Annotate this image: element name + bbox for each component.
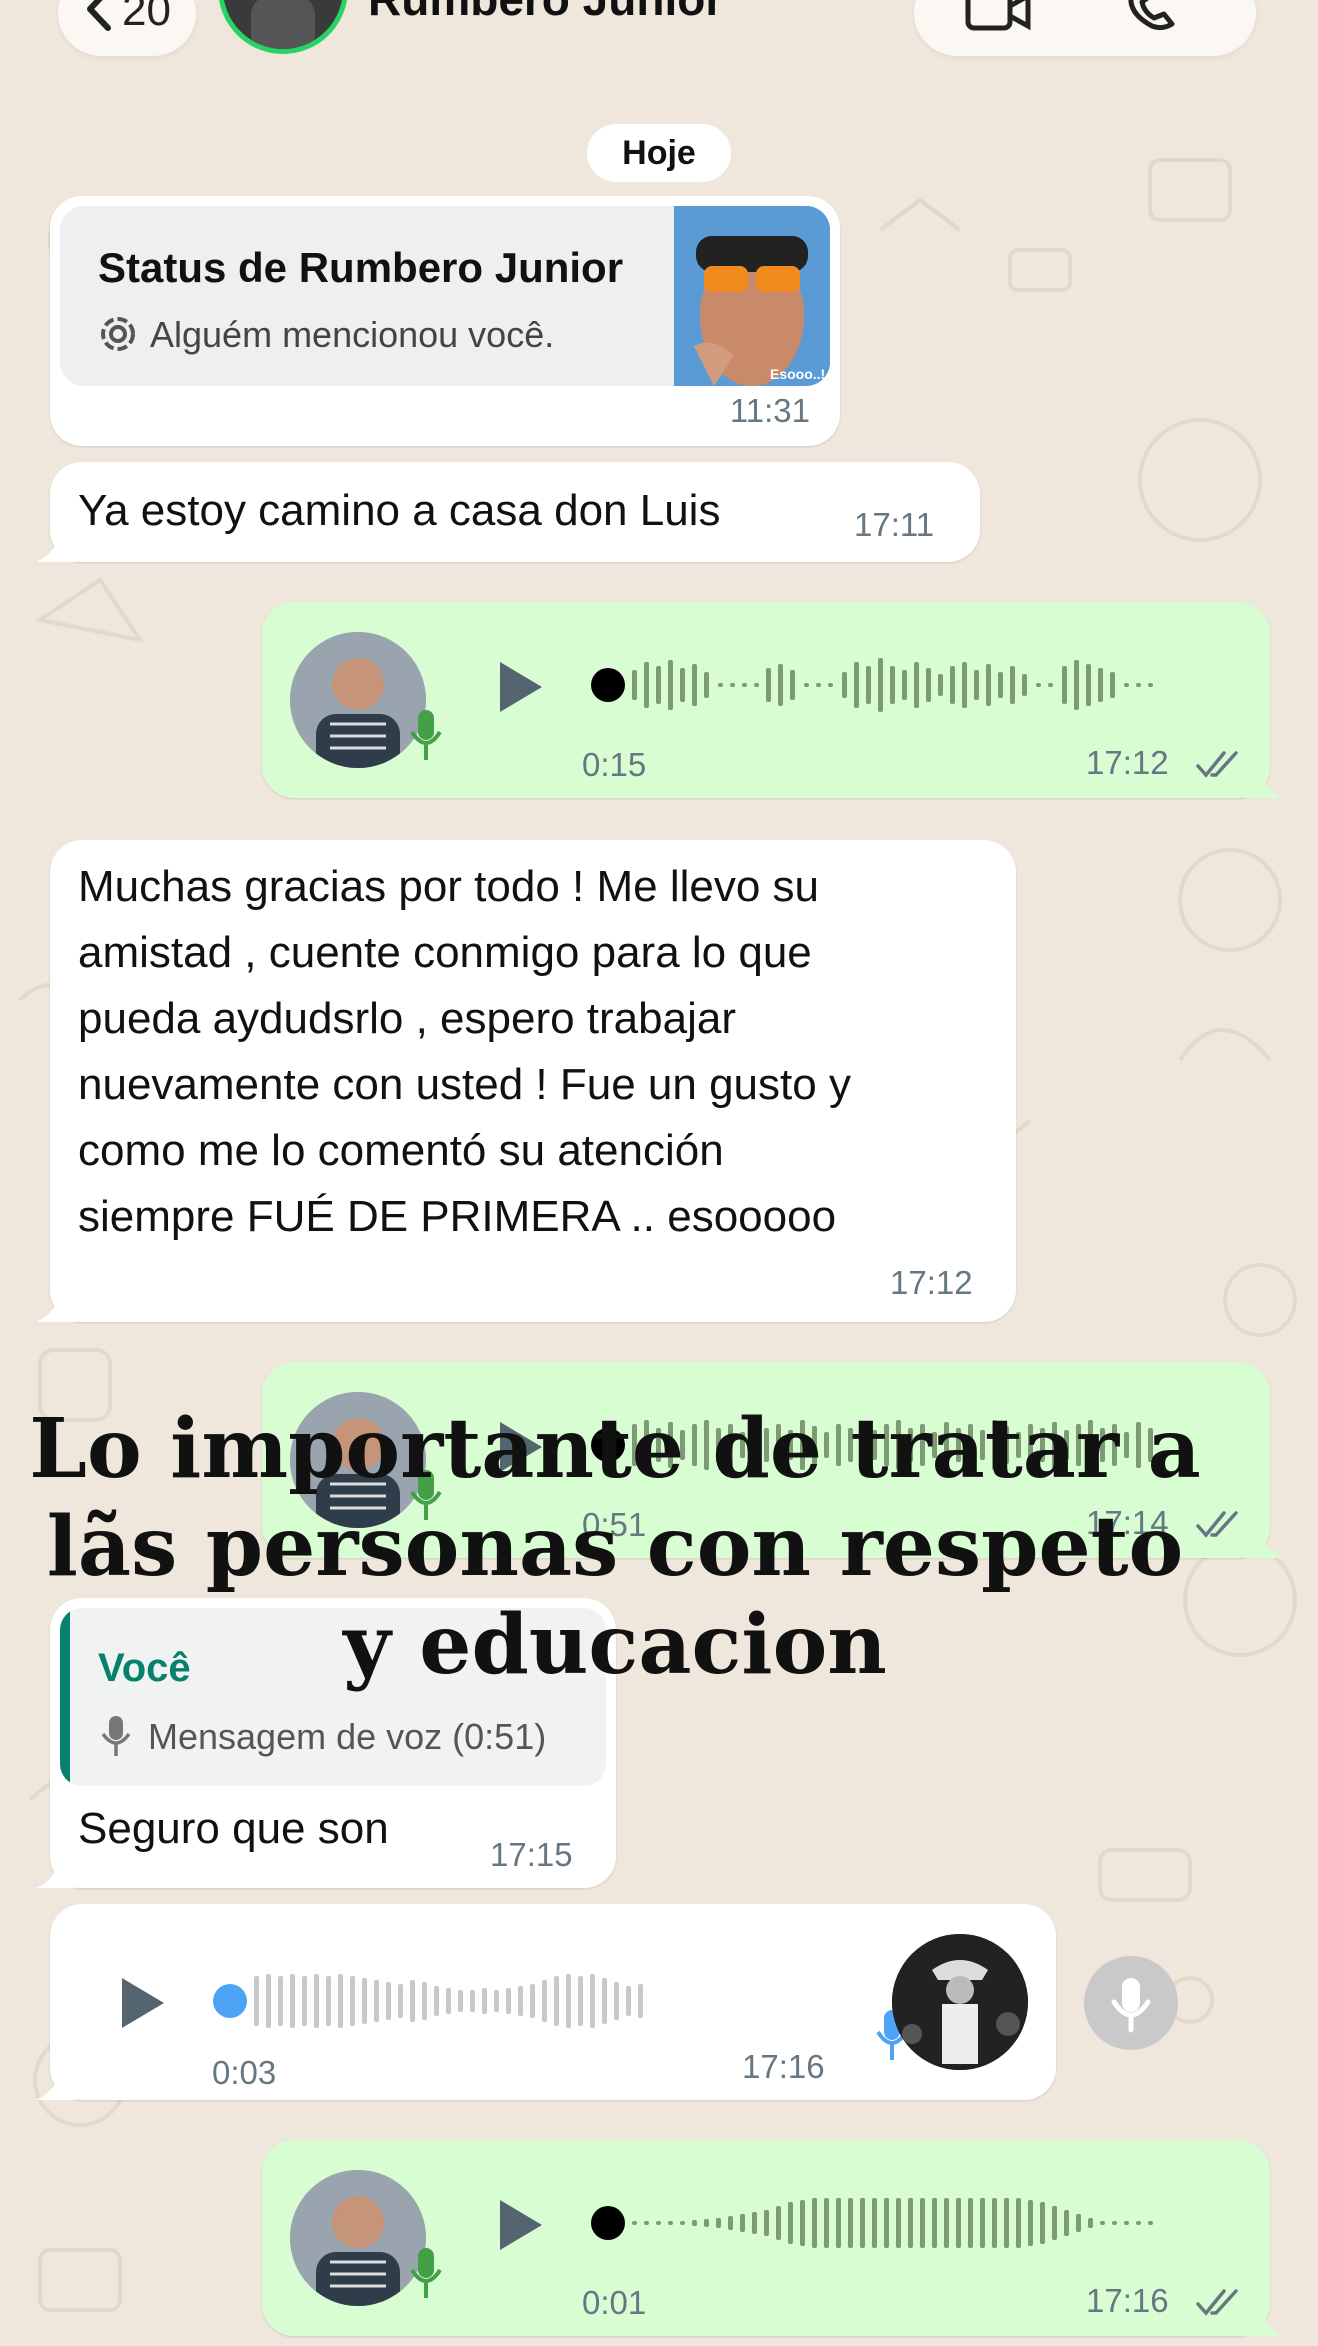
message-time: 11:31 [729,392,810,429]
message-line: nuevamente con usted ! Fue un gusto y [78,1060,851,1109]
bubble-tail [1244,2304,1284,2336]
bubble-tail [36,530,76,562]
status-thumb-caption: Esooo..! [770,366,826,382]
bubble-tail [1244,1526,1284,1558]
message-line: como me lo comentó su atención [78,1126,724,1175]
phone-icon[interactable] [1124,0,1184,32]
message-time: 17:12 [890,1264,973,1301]
mic-icon [410,710,442,760]
chevron-left-icon [87,0,111,31]
play-icon[interactable] [116,1974,168,2032]
date-separator: Hoje [587,124,731,182]
back-button[interactable]: 20 [58,0,196,56]
status-subtitle: Alguém mencionou você. [150,314,555,355]
double-check-icon [1196,2289,1238,2316]
outgoing-voice-message[interactable]: 0:01 17:16 [262,2140,1284,2336]
overlay-caption-line: y educacion [343,1597,887,1693]
waveform[interactable] [588,650,1208,720]
avatar [892,1934,1028,2070]
bubble-tail [1244,766,1284,798]
waveform[interactable] [588,2188,1208,2258]
message-time: 17:16 [1086,2282,1169,2319]
message-line: siempre FUÉ DE PRIMERA .. esooooo [78,1192,837,1241]
incoming-message[interactable]: Ya estoy camino a casa don Luis 17:11 [36,462,980,562]
double-check-icon [1196,751,1238,778]
message-text: Seguro que son [78,1804,389,1853]
message-line: amistad , cuente conmigo para lo que [78,928,812,977]
mic-icon [101,1716,131,1756]
video-call-icon[interactable] [964,0,1034,32]
status-preview-card[interactable]: Status de Rumbero Junior Alguém menciono… [60,206,830,386]
status-reply-bubble[interactable]: Status de Rumbero Junior Alguém menciono… [50,196,840,446]
message-line: pueda aydudsrlo , espero trabajar [78,994,736,1043]
voice-duration: 0:01 [582,2284,647,2321]
outgoing-voice-message[interactable]: 0:15 17:12 [262,602,1284,798]
overlay-caption-line: Lo importante de tratar a [29,1401,1201,1497]
overlay-caption: Lo importante de tratar a lãs personas c… [20,1400,1210,1694]
mic-icon [410,2248,442,2298]
bubble-tail [36,1290,76,1322]
play-icon[interactable] [494,658,546,716]
unread-count: 20 [122,0,171,35]
waveform[interactable] [210,1966,830,2036]
status-mention-icon [101,317,135,351]
record-voice-button[interactable] [1084,1956,1178,2050]
message-text: Ya estoy camino a casa don Luis [78,486,721,535]
message-time: 17:12 [1086,744,1169,781]
voice-duration: 0:03 [212,2054,277,2091]
incoming-message[interactable]: Muchas gracias por todo ! Me llevo su am… [36,840,1016,1322]
play-icon[interactable] [494,2196,546,2254]
bubble-tail [36,1856,76,1888]
message-time: 17:16 [742,2048,825,2085]
message-time: 17:11 [854,506,935,543]
mic-icon [1111,1978,1151,2033]
message-time: 17:15 [490,1836,573,1873]
quoted-text: Mensagem de voz (0:51) [148,1716,547,1757]
avatar [290,2170,426,2306]
contact-name[interactable]: Rumbero Junior [368,0,723,26]
status-title: Status de Rumbero Junior [98,244,624,291]
call-actions [914,0,1256,56]
status-thumbnail: Esooo..! [674,206,830,386]
avatar [290,632,426,768]
overlay-caption-line: lãs personas con respeto [46,1499,1184,1595]
bubble-tail [36,2068,76,2100]
voice-duration: 0:15 [582,746,647,783]
incoming-voice-message[interactable]: 0:03 17:16 [36,1904,1056,2100]
message-line: Muchas gracias por todo ! Me llevo su [78,862,820,911]
